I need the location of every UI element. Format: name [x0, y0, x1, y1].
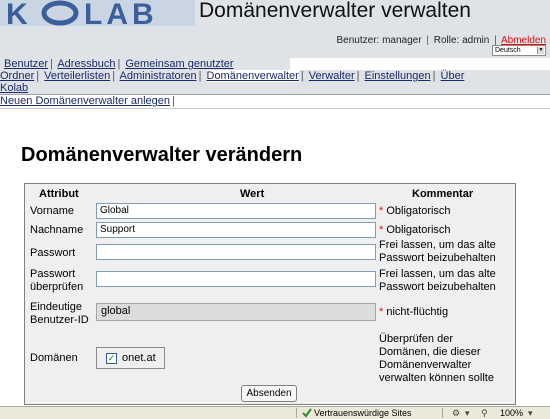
submenu: Neuen Domänenverwalter anlegen | — [0, 95, 175, 107]
zone-label: Vertrauenswürdige Sites — [314, 408, 412, 418]
lastname-label: Nachname — [30, 224, 84, 236]
chevron-down-icon: ▼ — [537, 47, 544, 54]
menu-verwalter[interactable]: Verwalter — [309, 70, 355, 82]
user-label: Benutzer: — [336, 35, 380, 46]
userid-input: global — [96, 303, 376, 321]
svg-text:LAB: LAB — [84, 0, 158, 26]
userid-label-line-2: Benutzer-ID — [30, 314, 89, 326]
svg-text:K: K — [6, 0, 34, 26]
userid-comment: * nicht-flüchtig — [379, 306, 449, 318]
password-verify-input[interactable] — [96, 271, 376, 287]
menu-einstellungen[interactable]: Einstellungen — [365, 70, 431, 82]
language-select[interactable]: Deutsch ▼ — [492, 45, 546, 56]
role-value: admin — [462, 35, 490, 46]
status-bar: Vertrauenswürdige Sites ⚙ ▾ ⚲ 100% ▾ — [0, 406, 550, 419]
menu-gemeinsam-genutzter[interactable]: Gemeinsam genutzter — [125, 58, 233, 70]
menu-verteilerlisten[interactable]: Verteilerlisten — [44, 70, 110, 82]
menu-benutzer[interactable]: Benutzer — [4, 58, 48, 70]
main-menu-row-2: Ordner | Verteilerlisten | Administratoren… — [0, 70, 550, 94]
column-header-value: Wert — [240, 188, 265, 200]
magnifier-icon: ⚲ — [481, 408, 488, 418]
role-label: Rolle: — [433, 35, 460, 46]
domains-box: ✓ onet.at — [96, 347, 165, 369]
edit-form: Attribut Wert Kommentar Vorname Global *… — [24, 183, 516, 405]
chevron-down-icon[interactable]: ▾ — [465, 408, 470, 418]
submenu-divider — [0, 108, 550, 109]
userid-label: Eindeutige Benutzer-ID — [30, 301, 89, 327]
lastname-comment-text: Obligatorisch — [386, 224, 451, 236]
status-divider — [296, 408, 297, 418]
domains-comment-line-4: verwalten können sollte — [379, 372, 494, 384]
domains-comment-line-1: Überprüfen der — [379, 333, 453, 345]
zoom-level[interactable]: 100% — [500, 407, 523, 419]
page-title: Domänenverwalter verwalten — [199, 0, 471, 22]
domain-checkbox[interactable]: ✓ — [106, 353, 117, 364]
domains-label: Domänen — [30, 352, 78, 364]
menu-ueber[interactable]: Über — [441, 70, 465, 82]
user-value: manager — [382, 35, 422, 46]
password-verify-comment-line-2: Passwort beizubehalten — [379, 281, 496, 293]
password-verify-label-line-1: Passwort — [30, 268, 76, 280]
userid-comment-text: nicht-flüchtig — [386, 306, 449, 318]
password-comment-line-1: Frei lassen, um das alte — [379, 239, 496, 251]
firstname-label: Vorname — [30, 205, 75, 217]
firstname-comment-text: Obligatorisch — [386, 205, 451, 217]
menu-adressbuch[interactable]: Adressbuch — [57, 58, 115, 70]
column-header-comment: Kommentar — [412, 188, 474, 200]
submit-button[interactable]: Absenden — [241, 385, 297, 402]
kolab-logo: K LAB — [0, 0, 195, 26]
password-input[interactable] — [96, 244, 376, 260]
trusted-sites-icon — [302, 408, 312, 418]
menu-administratoren[interactable]: Administratoren — [120, 70, 197, 82]
domains-comment-line-3: Domänenverwalter — [379, 359, 472, 371]
status-divider — [442, 408, 443, 418]
password-label: Passwort — [30, 247, 76, 259]
header: K LAB Domänenverwalter verwalten Benutze… — [0, 0, 550, 58]
password-verify-comment: Frei lassen, um das alte Passwort beizub… — [379, 268, 496, 294]
domain-name: onet.at — [122, 352, 156, 364]
column-header-attribute: Attribut — [39, 188, 79, 200]
lastname-input[interactable]: Support — [96, 222, 376, 238]
lastname-comment: * Obligatorisch — [379, 224, 451, 236]
menu-kolab[interactable]: Kolab — [0, 82, 28, 94]
password-comment: Frei lassen, um das alte Passwort beizub… — [379, 239, 496, 265]
firstname-input[interactable]: Global — [96, 203, 376, 219]
section-heading: Domänenverwalter verändern — [21, 144, 303, 166]
password-verify-comment-line-1: Frei lassen, um das alte — [379, 268, 496, 280]
language-value: Deutsch — [495, 47, 521, 54]
menu-ordner[interactable]: Ordner — [0, 70, 34, 82]
menu-domaenenverwalter[interactable]: Domänenverwalter — [206, 70, 299, 82]
domains-comment-line-2: Domänen, die dieser — [379, 346, 481, 358]
new-domain-maintainer-link[interactable]: Neuen Domänenverwalter anlegen — [0, 95, 170, 107]
password-comment-line-2: Passwort beizubehalten — [379, 252, 496, 264]
password-verify-label-line-2: überprüfen — [30, 281, 84, 293]
password-verify-label: Passwort überprüfen — [30, 268, 83, 294]
userid-label-line-1: Eindeutige — [30, 301, 82, 313]
domains-comment: Überprüfen der Domänen, die dieser Domän… — [379, 333, 494, 385]
firstname-comment: * Obligatorisch — [379, 205, 451, 217]
main-menu-row-1: Benutzer | Adressbuch | Gemeinsam genutzte… — [0, 58, 290, 70]
chevron-down-icon[interactable]: ▾ — [528, 408, 533, 418]
protected-mode-icon: ⚙ — [452, 408, 461, 418]
